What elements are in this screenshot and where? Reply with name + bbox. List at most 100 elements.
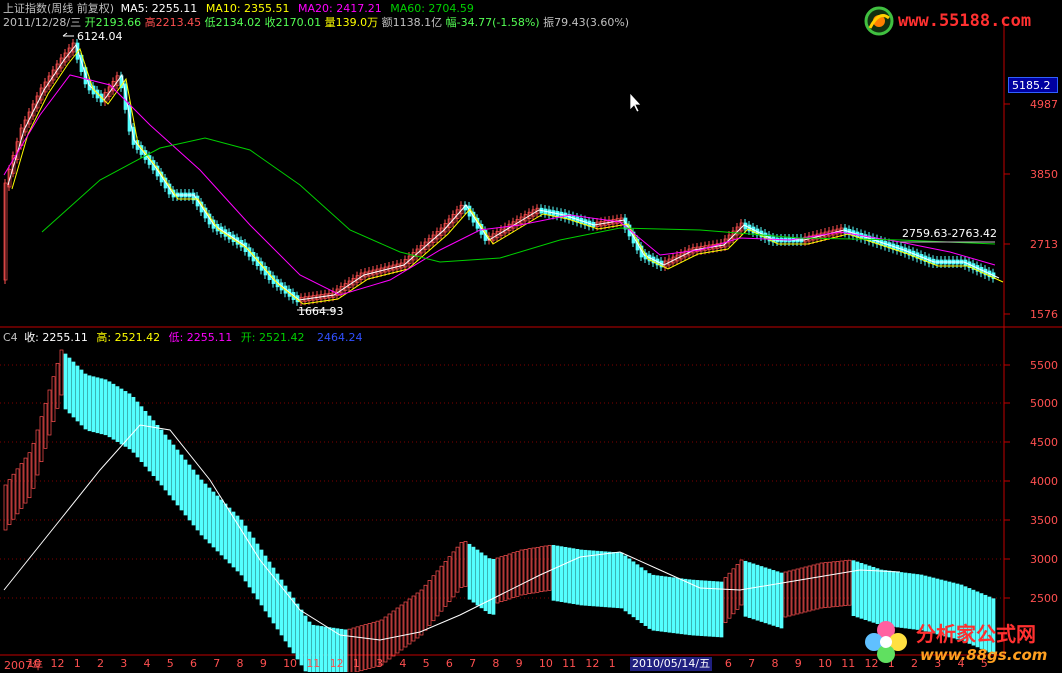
indicator-bar xyxy=(459,542,464,588)
indicator-bar xyxy=(35,429,40,476)
open-label: 开2193.66 xyxy=(84,16,142,29)
indicator-bar xyxy=(447,556,452,603)
indicator-bar xyxy=(211,491,216,548)
indicator-bar xyxy=(163,434,168,491)
indicator-bar xyxy=(107,381,112,438)
indicator-bar xyxy=(799,567,804,614)
indicator-bar xyxy=(147,415,152,472)
indicator-bar xyxy=(251,537,256,594)
indicator-bar xyxy=(287,591,292,648)
indicator-bar xyxy=(143,410,148,467)
indicator-bar xyxy=(759,566,764,622)
indicator-bar xyxy=(531,547,536,594)
indicator-bar xyxy=(811,564,816,611)
time-axis-label: 5 xyxy=(422,657,430,670)
indicator-bar xyxy=(735,564,740,610)
indicator-bar xyxy=(395,607,400,654)
indicator-tick-6: 3000 xyxy=(1030,553,1058,566)
indicator-bar xyxy=(31,442,36,489)
indicator-bar xyxy=(519,549,524,596)
indicator-bar xyxy=(699,580,704,637)
indicator-bar xyxy=(703,580,708,637)
time-axis-label: 7 xyxy=(469,657,477,670)
indicator-bar xyxy=(663,576,668,633)
indicator-close: 收: 2255.11 xyxy=(24,331,88,344)
time-axis: 2007年10121234567891011121345678910111212… xyxy=(0,657,1004,672)
indicator-bar xyxy=(843,560,848,606)
indicator-bar xyxy=(783,571,788,618)
indicator-bar xyxy=(203,483,208,540)
indicator-bar xyxy=(607,551,612,608)
indicator-tick-5: 3500 xyxy=(1030,514,1058,527)
site-logo-bottom: 分析家公式网 www.88gs.com xyxy=(862,612,1058,670)
time-axis-label: 8 xyxy=(492,657,500,670)
indicator-bar xyxy=(491,558,496,615)
indicator-bar xyxy=(195,474,200,531)
indicator-bar xyxy=(747,562,752,618)
indicator-bar xyxy=(471,546,476,603)
indicator-bar xyxy=(63,353,68,410)
logo-bottom-url: www.88gs.com xyxy=(920,646,1048,664)
time-axis-label: 3 xyxy=(376,657,384,670)
indicator-bar xyxy=(807,565,812,612)
indicator-bar xyxy=(263,555,268,612)
time-axis-label: 9 xyxy=(515,657,523,670)
indicator-bar xyxy=(643,570,648,626)
ma20-line xyxy=(3,74,996,296)
indicator-bar xyxy=(47,389,52,436)
indicator-bar xyxy=(259,549,264,606)
indicator-bar xyxy=(467,543,472,600)
indicator-bar xyxy=(67,357,72,414)
indicator-header: C4 收: 2255.11 高: 2521.42 低: 2255.11 开: 2… xyxy=(3,329,363,345)
indicator-bar xyxy=(771,570,776,626)
indicator-bar xyxy=(479,552,484,609)
indicator-bar xyxy=(659,575,664,632)
indicator-bar xyxy=(435,570,440,617)
indicator-bar xyxy=(295,603,300,660)
indicator-bar xyxy=(411,595,416,642)
indicator-bar xyxy=(647,573,652,629)
indicator-bar xyxy=(603,551,608,608)
logo-top-text: www.55188.com xyxy=(898,11,1032,31)
current-price-box: 5185.2 xyxy=(1008,77,1058,93)
price-tick-3: 2713 xyxy=(1030,238,1058,251)
peak-value: 6124.04 xyxy=(77,30,123,43)
indicator-bar xyxy=(111,383,116,440)
indicator-bar xyxy=(763,567,768,624)
indicator-bar xyxy=(559,546,564,603)
site-logo-top: www.55188.com xyxy=(862,4,1058,38)
indicator-bar xyxy=(103,379,108,436)
indicator-tick-1: 5500 xyxy=(1030,359,1058,372)
indicator-bar xyxy=(503,554,508,601)
indicator-bar xyxy=(775,571,780,628)
indicator-bar xyxy=(839,560,844,607)
indicator-bar xyxy=(183,459,188,516)
indicator-bar xyxy=(83,373,88,430)
indicator-bar xyxy=(779,572,784,629)
indicator-bar xyxy=(127,393,132,450)
indicator-bar xyxy=(727,572,732,619)
time-axis-label: 3 xyxy=(120,657,128,670)
indicator-bar xyxy=(547,544,552,591)
high-label: 高2213.45 xyxy=(144,16,202,29)
indicator-bar xyxy=(123,391,128,447)
indicator-low: 低: 2255.11 xyxy=(168,331,233,344)
indicator-bar xyxy=(579,549,584,606)
indicator-bar xyxy=(791,569,796,616)
indicator-open: 开: 2521.42 xyxy=(240,331,305,344)
indicator-bar xyxy=(639,567,644,624)
time-axis-label: 1 xyxy=(73,657,81,670)
time-axis-label: 8 xyxy=(236,657,244,670)
indicator-bar xyxy=(671,577,676,634)
indicator-bar xyxy=(139,406,144,463)
indicator-bar xyxy=(599,551,604,607)
indicator-bar xyxy=(523,548,528,595)
indicator-bar xyxy=(95,377,100,434)
indicator-bar xyxy=(427,580,432,626)
indicator-bar xyxy=(455,546,460,593)
time-axis-label: 7 xyxy=(748,657,756,670)
indicator-bar xyxy=(695,580,700,636)
time-axis-label: 8 xyxy=(771,657,779,670)
indicator-bar xyxy=(171,444,176,501)
time-axis-label: 12 xyxy=(585,657,600,670)
